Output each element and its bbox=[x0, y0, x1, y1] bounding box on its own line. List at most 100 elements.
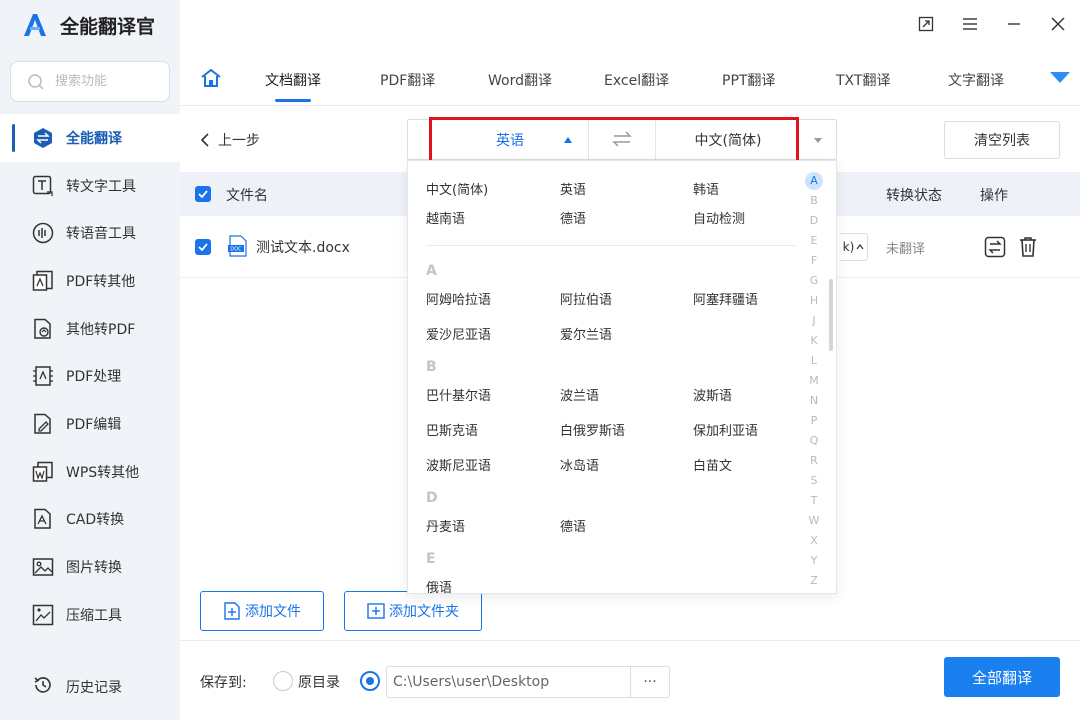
language-option[interactable]: 保加利亚语 bbox=[693, 420, 758, 439]
pdf-convert-icon bbox=[32, 270, 54, 292]
alphabet-letter[interactable]: Z bbox=[804, 571, 824, 591]
language-option[interactable]: 白俄罗斯语 bbox=[560, 420, 625, 439]
language-option[interactable]: 英语 bbox=[560, 179, 586, 198]
alphabet-letter[interactable]: R bbox=[804, 451, 824, 471]
caret-down-icon[interactable] bbox=[814, 138, 822, 143]
add-folder-button[interactable]: 添加文件夹 bbox=[344, 591, 482, 631]
alphabet-letter[interactable]: J bbox=[804, 311, 824, 331]
sidebar-item-text-tool[interactable]: 转文字工具 bbox=[0, 162, 180, 210]
sidebar-item-label: WPS转其他 bbox=[66, 464, 140, 481]
search-box[interactable] bbox=[10, 61, 170, 102]
sidebar-item-voice-tool[interactable]: 转语音工具 bbox=[0, 209, 180, 257]
back-label: 上一步 bbox=[218, 133, 260, 149]
alphabet-letter[interactable]: Q bbox=[804, 431, 824, 451]
language-option[interactable]: 白苗文 bbox=[693, 455, 732, 474]
tab-txt-translate[interactable]: TXT翻译 bbox=[836, 70, 890, 90]
language-option[interactable]: 波斯语 bbox=[693, 385, 732, 404]
alphabet-letter[interactable]: P bbox=[804, 411, 824, 431]
alphabet-letter[interactable]: S bbox=[804, 471, 824, 491]
radio-source-dir[interactable] bbox=[273, 671, 293, 691]
language-option[interactable]: 俄语 bbox=[426, 577, 452, 593]
sidebar: 全能翻译官 全能翻译转文字工具转语音工具 PDF转其他其他转PDF PDF处理 PDF… bbox=[0, 0, 180, 720]
search-input[interactable] bbox=[55, 74, 155, 89]
tab-text-translate[interactable]: 文字翻译 bbox=[948, 70, 1004, 90]
language-option[interactable]: 巴斯克语 bbox=[426, 420, 478, 439]
sidebar-item-pdf-edit[interactable]: PDF编辑 bbox=[0, 400, 180, 448]
alphabet-letter[interactable]: H bbox=[804, 291, 824, 311]
radio-source-dir-label: 原目录 bbox=[298, 675, 340, 691]
alphabet-letter[interactable]: L bbox=[804, 351, 824, 371]
window-controls bbox=[914, 12, 1070, 36]
menu-icon[interactable] bbox=[958, 12, 982, 36]
tab-ppt-translate[interactable]: PPT翻译 bbox=[722, 70, 775, 90]
to-pdf-icon bbox=[32, 318, 54, 340]
alphabet-letter[interactable]: E bbox=[804, 231, 824, 251]
language-option[interactable]: 阿塞拜疆语 bbox=[693, 289, 758, 308]
select-all-checkbox[interactable] bbox=[195, 186, 211, 202]
radio-custom-dir[interactable] bbox=[360, 671, 380, 691]
language-option[interactable]: 中文(简体) bbox=[426, 179, 488, 198]
tab-word-translate[interactable]: Word翻译 bbox=[488, 70, 552, 90]
sidebar-item-translate[interactable]: 全能翻译 bbox=[0, 114, 180, 162]
alphabet-letter[interactable]: B bbox=[804, 191, 824, 211]
alphabet-letter[interactable]: G bbox=[804, 271, 824, 291]
language-option[interactable]: 德语 bbox=[560, 516, 586, 535]
back-button[interactable]: 上一步 bbox=[200, 130, 260, 150]
language-option[interactable]: 爱沙尼亚语 bbox=[426, 324, 491, 343]
language-option[interactable]: 波斯尼亚语 bbox=[426, 455, 491, 474]
row-language-select[interactable]: k) bbox=[840, 233, 868, 261]
row-language-value: k) bbox=[842, 240, 855, 254]
language-option[interactable]: 阿姆哈拉语 bbox=[426, 289, 491, 308]
row-checkbox[interactable] bbox=[195, 239, 211, 255]
tab-excel-translate[interactable]: Excel翻译 bbox=[604, 70, 669, 90]
add-file-icon bbox=[224, 602, 240, 620]
alphabet-letter[interactable]: Y bbox=[804, 551, 824, 571]
close-icon[interactable] bbox=[1046, 12, 1070, 36]
sidebar-item-wps[interactable]: WPS转其他 bbox=[0, 448, 180, 496]
alphabet-letter[interactable]: K bbox=[804, 331, 824, 351]
language-option[interactable]: 阿拉伯语 bbox=[560, 289, 612, 308]
language-option[interactable]: 自动检测 bbox=[693, 208, 745, 227]
sidebar-item-pdf-process[interactable]: PDF处理 bbox=[0, 352, 180, 400]
tab-more-icon[interactable] bbox=[1050, 72, 1070, 83]
sidebar-item-cad[interactable]: CAD转换 bbox=[0, 496, 180, 544]
language-option[interactable]: 巴什基尔语 bbox=[426, 385, 491, 404]
alphabet-letter[interactable]: M bbox=[804, 371, 824, 391]
language-option[interactable]: 丹麦语 bbox=[426, 516, 465, 535]
alphabet-letter[interactable]: N bbox=[804, 391, 824, 411]
pin-icon[interactable] bbox=[914, 12, 938, 36]
home-icon[interactable] bbox=[200, 68, 222, 92]
alphabet-letter[interactable]: T bbox=[804, 491, 824, 511]
search-icon bbox=[28, 73, 44, 90]
sidebar-item-image[interactable]: 图片转换 bbox=[0, 543, 180, 591]
alphabet-letter[interactable]: W bbox=[804, 511, 824, 531]
language-option[interactable]: 爱尔兰语 bbox=[560, 324, 612, 343]
language-option[interactable]: 韩语 bbox=[693, 179, 719, 198]
save-path-input[interactable]: C:\Users\user\Desktop bbox=[386, 666, 632, 698]
tab-doc-translate[interactable]: 文档翻译 bbox=[265, 70, 321, 102]
tab-pdf-translate[interactable]: PDF翻译 bbox=[380, 70, 435, 90]
add-file-button[interactable]: 添加文件 bbox=[200, 591, 324, 631]
sidebar-item-pdf-convert[interactable]: PDF转其他 bbox=[0, 257, 180, 305]
target-language-select[interactable]: 中文(简体) bbox=[656, 120, 800, 159]
clear-list-button[interactable]: 清空列表 bbox=[944, 121, 1060, 159]
column-actions: 操作 bbox=[980, 188, 1008, 204]
browse-path-button[interactable]: ··· bbox=[630, 666, 670, 698]
alphabet-letter[interactable]: D bbox=[804, 211, 824, 231]
translate-all-button[interactable]: 全部翻译 bbox=[944, 657, 1060, 697]
convert-icon[interactable] bbox=[984, 236, 1006, 262]
sidebar-item-compress[interactable]: 压缩工具 bbox=[0, 591, 180, 639]
language-option[interactable]: 越南语 bbox=[426, 208, 465, 227]
swap-icon[interactable] bbox=[612, 130, 632, 152]
alphabet-letter[interactable]: X bbox=[804, 531, 824, 551]
language-option[interactable]: 冰岛语 bbox=[560, 455, 599, 474]
minimize-icon[interactable] bbox=[1002, 12, 1026, 36]
delete-icon[interactable] bbox=[1018, 236, 1038, 262]
popup-scrollbar[interactable] bbox=[829, 279, 833, 351]
sidebar-item-history[interactable]: 历史记录 bbox=[0, 664, 180, 710]
alphabet-letter[interactable]: F bbox=[804, 251, 824, 271]
language-option[interactable]: 德语 bbox=[560, 208, 586, 227]
sidebar-item-to-pdf[interactable]: 其他转PDF bbox=[0, 305, 180, 353]
alphabet-letter[interactable]: A bbox=[805, 172, 823, 190]
language-option[interactable]: 波兰语 bbox=[560, 385, 599, 404]
